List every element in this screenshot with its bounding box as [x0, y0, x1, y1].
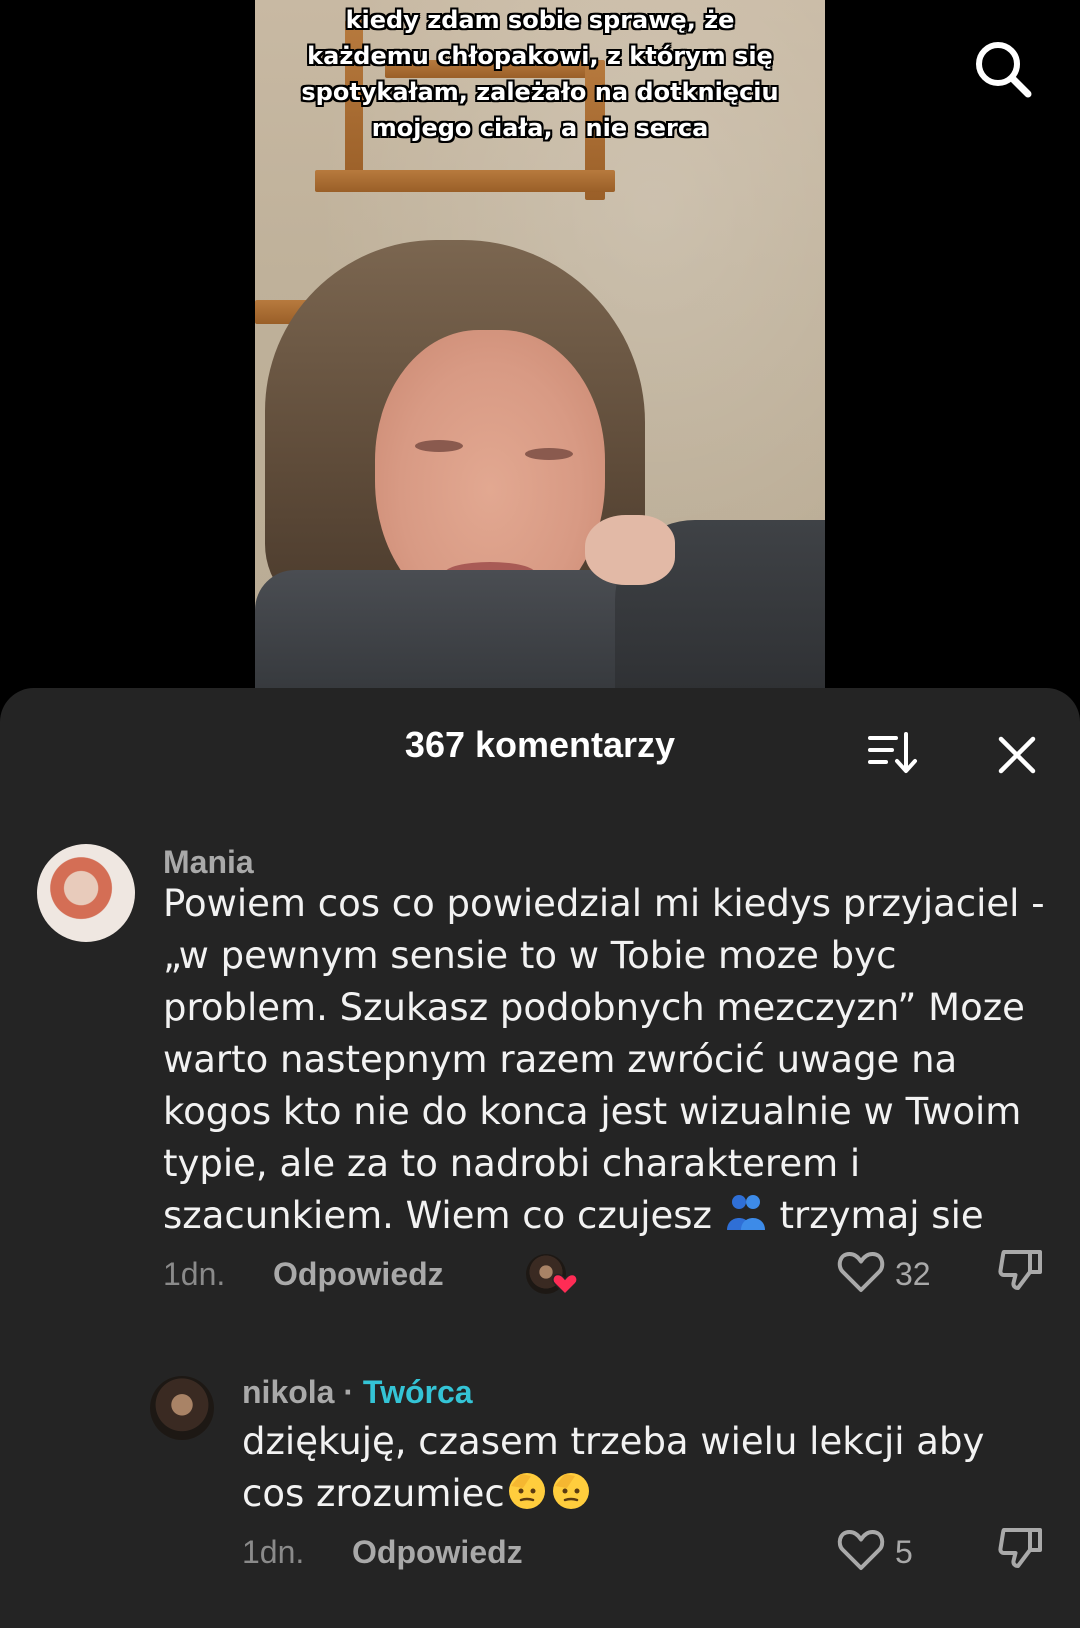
comments-count-title: 367 komentarzy [404, 724, 676, 765]
comment-reply-item: nikola · Twórca dziękuję, czasem trzeba … [0, 1374, 1080, 1626]
reply-button[interactable]: Odpowiedz [352, 1534, 523, 1571]
comment-item: Mania Powiem cos co powiedzial mi kiedys… [0, 844, 1080, 1304]
comment-text: dziękuję, czasem trzeba wielu lekcji aby… [242, 1416, 1032, 1520]
comment-text-body: Powiem cos co powiedzial mi kiedys przyj… [163, 882, 1045, 1237]
comment-timestamp: 1dn. [242, 1534, 305, 1570]
comment-text: Powiem cos co powiedzial mi kiedys przyj… [163, 878, 1053, 1242]
person-eye [525, 448, 573, 460]
person-eye [415, 440, 463, 452]
creator-liked-heart-icon [552, 1273, 578, 1296]
comment-username[interactable]: nikola [242, 1374, 334, 1410]
like-heart-icon[interactable] [836, 1526, 886, 1572]
shelf-board [315, 170, 615, 192]
comment-timestamp: 1dn. [163, 1256, 226, 1292]
people-hugging-icon [726, 1195, 765, 1230]
close-icon[interactable] [996, 734, 1038, 776]
dislike-icon[interactable] [996, 1522, 1046, 1572]
video-caption: kiedy zdam sobie sprawę, że każdemu chło… [301, 6, 779, 142]
search-icon[interactable] [970, 36, 1036, 102]
sort-icon[interactable] [866, 730, 918, 776]
saluting-face-icon [552, 1473, 589, 1509]
comment-username-line: nikola · Twórca [242, 1374, 473, 1411]
saluting-face-icon [508, 1473, 545, 1509]
comment-text-body: dziękuję, czasem trzeba wielu lekcji aby… [242, 1420, 985, 1515]
comment-text-tail: trzymaj sie [779, 1194, 984, 1237]
tiktok-screen: kiedy zdam sobie sprawę, że każdemu chło… [0, 0, 1080, 1628]
creator-badge: Twórca [362, 1374, 473, 1410]
reply-button[interactable]: Odpowiedz [273, 1256, 444, 1293]
avatar[interactable] [37, 844, 135, 942]
comments-sheet: 367 komentarzy Mania Powiem cos co powie… [0, 688, 1080, 1628]
like-count: 5 [895, 1534, 913, 1570]
dislike-icon[interactable] [996, 1244, 1046, 1294]
person-hand [585, 515, 675, 585]
separator: · [334, 1374, 363, 1410]
comment-username[interactable]: Mania [163, 844, 254, 881]
video-player[interactable]: kiedy zdam sobie sprawę, że każdemu chło… [255, 0, 825, 690]
like-heart-icon[interactable] [836, 1248, 886, 1294]
avatar[interactable] [150, 1376, 214, 1440]
person-arm [255, 570, 675, 690]
like-count: 32 [895, 1256, 931, 1292]
